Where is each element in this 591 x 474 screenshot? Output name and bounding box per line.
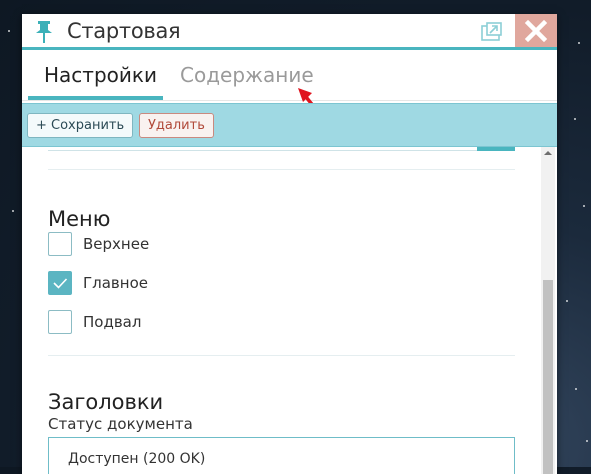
search-field[interactable] [48, 147, 515, 151]
divider [48, 169, 515, 170]
tab-settings[interactable]: Настройки [44, 63, 157, 87]
scrollbar[interactable] [541, 147, 555, 474]
checkmark-icon [53, 278, 68, 289]
divider [48, 355, 515, 356]
delete-button[interactable]: Удалить [139, 113, 214, 138]
checkbox-label-top-menu[interactable]: Верхнее [83, 235, 149, 253]
save-button[interactable]: + Сохранить [27, 113, 134, 138]
close-icon [524, 19, 548, 42]
document-status-value: Доступен (200 OK) [68, 451, 206, 467]
document-status-select[interactable]: Доступен (200 OK) [48, 437, 515, 474]
popout-icon[interactable] [479, 21, 503, 43]
headers-section-heading: Заголовки [48, 390, 164, 414]
close-button[interactable] [515, 14, 557, 47]
window-title: Стартовая [67, 19, 181, 43]
menu-section-heading: Меню [48, 207, 111, 231]
checkbox-label-main-menu[interactable]: Главное [83, 274, 148, 292]
document-status-label: Статус документа [48, 415, 193, 433]
checkbox-footer-menu[interactable] [48, 310, 72, 334]
window-titlebar[interactable]: Стартовая [22, 14, 557, 50]
search-button[interactable] [477, 147, 515, 151]
tab-content[interactable]: Содержание [180, 63, 314, 87]
checkbox-main-menu[interactable] [48, 271, 72, 295]
action-toolbar: + Сохранить Удалить [22, 103, 557, 147]
checkbox-label-footer-menu[interactable]: Подвал [83, 313, 141, 331]
pin-icon [36, 21, 52, 43]
scrollbar-thumb[interactable] [543, 280, 553, 474]
tab-bar: Настройки Содержание [22, 50, 557, 101]
scroll-up-arrow-icon[interactable] [543, 149, 553, 157]
checkbox-top-menu[interactable] [48, 232, 72, 256]
active-tab-indicator [28, 96, 163, 100]
document-window: Стартовая Настройки Содержание + Сохрани… [22, 14, 557, 474]
settings-panel: Меню Верхнее Главное Подвал Заголовки Ст… [22, 147, 557, 474]
